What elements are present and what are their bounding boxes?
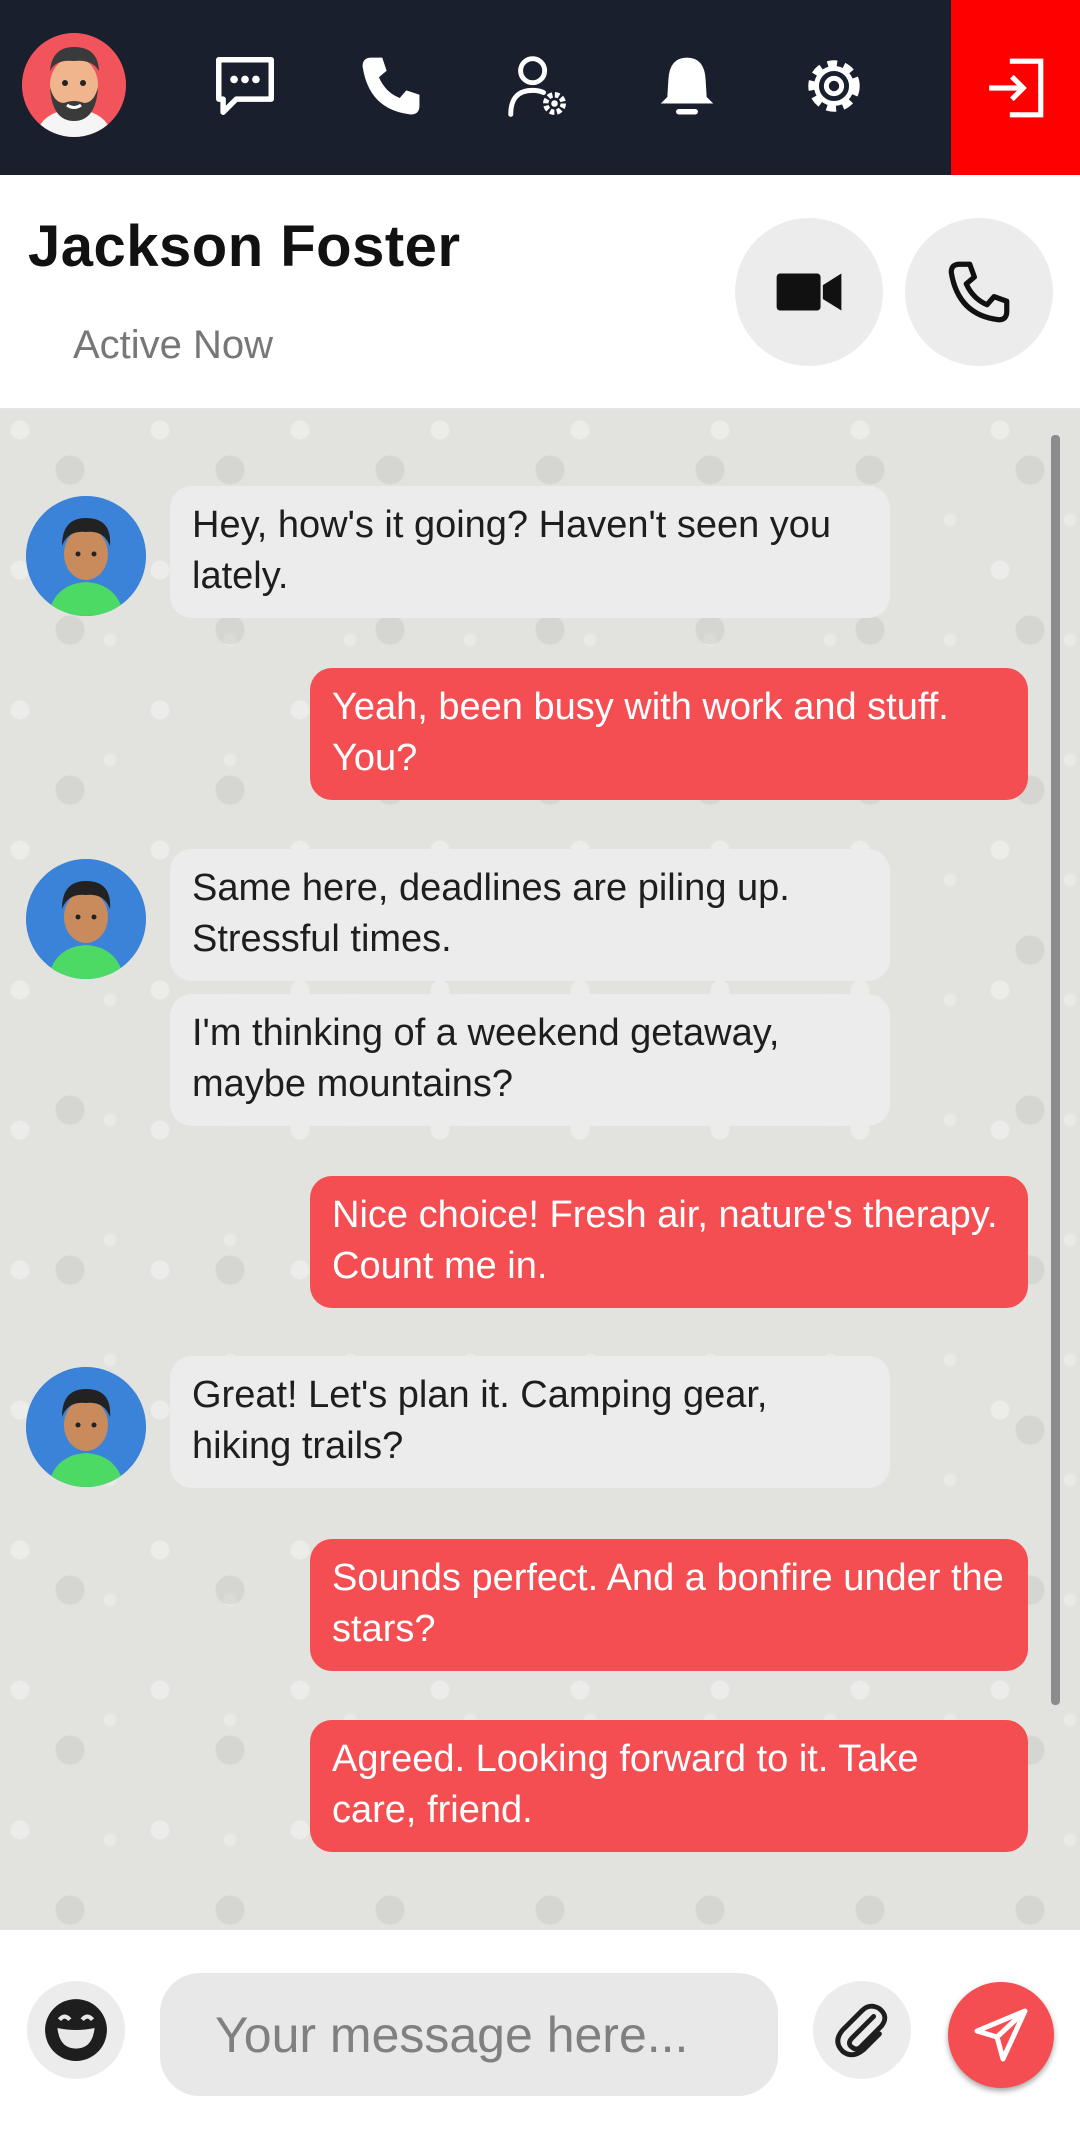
video-call-button[interactable] [735,218,883,366]
incoming-message[interactable]: I'm thinking of a weekend getaway, maybe… [170,994,890,1126]
incoming-message[interactable]: Same here, deadlines are piling up. Stre… [170,849,890,981]
contact-avatar[interactable] [26,1367,146,1487]
phone-icon[interactable] [353,48,429,124]
video-camera-icon [776,273,842,311]
outgoing-message[interactable]: Nice choice! Fresh air, nature's therapy… [310,1176,1028,1308]
contact-status: Active Now [73,323,274,367]
emoji-button[interactable] [27,1981,125,2079]
user-settings-icon[interactable] [499,48,575,124]
outgoing-message[interactable]: Sounds perfect. And a bonfire under the … [310,1539,1028,1671]
top-nav [0,0,1080,175]
outgoing-message[interactable]: Yeah, been busy with work and stuff. You… [310,668,1028,800]
chat-icon[interactable] [207,48,283,124]
outgoing-message[interactable]: Agreed. Looking forward to it. Take care… [310,1720,1028,1852]
phone-icon [948,261,1010,323]
contact-name: Jackson Foster [28,214,461,279]
incoming-message[interactable]: Great! Let's plan it. Camping gear, hiki… [170,1356,890,1488]
bell-icon[interactable] [649,48,725,124]
message-composer [0,1930,1080,2135]
user-avatar[interactable] [22,33,126,137]
attach-button[interactable] [813,1981,911,2079]
send-button[interactable] [948,1982,1054,2088]
emoji-icon [45,1999,107,2061]
paperclip-icon [835,2003,888,2058]
logout-button[interactable] [951,0,1080,175]
message-input[interactable] [160,1973,778,2096]
scrollbar[interactable] [1051,435,1060,1705]
message-list[interactable]: Hey, how's it going? Haven't seen you la… [0,410,1080,1930]
contact-avatar[interactable] [26,859,146,979]
voice-call-button[interactable] [905,218,1053,366]
gear-icon[interactable] [796,48,872,124]
send-icon [974,2008,1028,2062]
chat-header: Jackson Foster Active Now [0,175,1080,410]
contact-avatar[interactable] [26,496,146,616]
logout-icon [988,58,1043,117]
incoming-message[interactable]: Hey, how's it going? Haven't seen you la… [170,486,890,618]
